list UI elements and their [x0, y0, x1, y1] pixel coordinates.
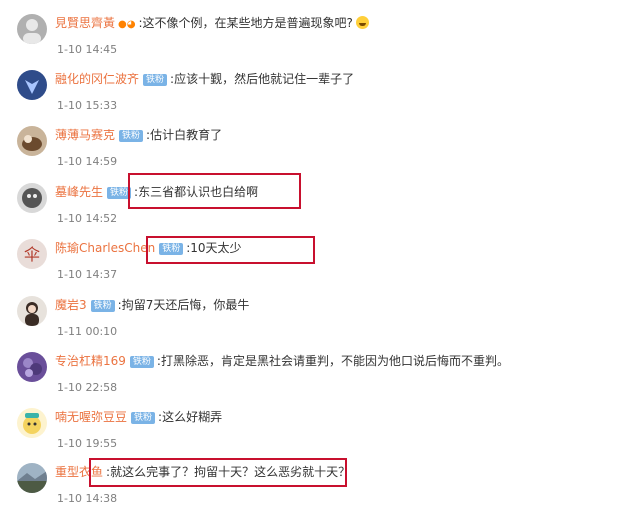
- svg-text:伞: 伞: [24, 245, 40, 264]
- comment-time: 1-10 15:33: [57, 99, 118, 112]
- comment-username[interactable]: 陈瑜CharlesChen: [55, 241, 155, 255]
- comment-username[interactable]: 专治杠精169: [55, 354, 126, 368]
- avatar-icon: [23, 358, 42, 377]
- comment-item: 見賢思齊黃 ●◕:这不像个例，在某些地方是普遍现象吧? 1-10 14:45: [0, 10, 640, 66]
- comment-time: 1-11 00:10: [57, 325, 118, 338]
- fan-badge: 铁粉: [131, 412, 156, 424]
- comment-item: 融化的冈仁波齐 铁粉:应该十觐，然后他就记住一辈子了 1-10 15:33: [0, 66, 640, 122]
- avatar-icon: [25, 80, 39, 94]
- comment-username[interactable]: 喃无喔弥豆豆: [55, 410, 127, 424]
- comment-username[interactable]: 薄薄马赛克: [55, 128, 115, 142]
- comment-item: 专治杠精169 铁粉:打黑除恶，肯定是黑社会请重判，不能因为他口说后悔而不重判。 …: [0, 348, 640, 404]
- avatar[interactable]: 伞: [17, 239, 47, 269]
- comment-time: 1-10 22:58: [57, 381, 118, 394]
- avatar-icon: [25, 302, 39, 326]
- highlight-box: [89, 458, 347, 487]
- vip-icon: ●◕: [118, 19, 136, 30]
- comment-time: 1-10 14:37: [57, 268, 118, 281]
- comment-time: 1-10 14:52: [57, 212, 118, 225]
- comment-item: 伞 陈瑜CharlesChen 铁粉:10天太少 1-10 14:37: [0, 235, 640, 291]
- comment-username[interactable]: 見賢思齊黃: [55, 16, 115, 30]
- comment-text: 应该十觐，然后他就记住一辈子了: [174, 72, 355, 86]
- comment-text: 打黑除恶，肯定是黑社会请重判，不能因为他口说后悔而不重判。: [160, 354, 509, 368]
- highlight-box: [128, 173, 301, 209]
- comment-item: 薄薄马赛克 铁粉:估计白教育了 1-10 14:59: [0, 122, 640, 178]
- avatar-icon: [22, 135, 42, 151]
- comment-item: 墓峰先生 铁粉:东三省都认识也白给啊 1-10 14:52: [0, 179, 640, 235]
- fan-badge: 铁粉: [119, 130, 144, 142]
- avatar[interactable]: [17, 352, 47, 382]
- avatar-icon: 伞: [24, 245, 40, 264]
- avatar[interactable]: [17, 463, 47, 493]
- fan-badge: 铁粉: [129, 356, 154, 368]
- highlight-box: [146, 236, 315, 264]
- avatar[interactable]: [17, 70, 47, 100]
- avatar-icon: [22, 188, 42, 208]
- avatar[interactable]: [17, 183, 47, 213]
- avatar[interactable]: [17, 408, 47, 438]
- avatar[interactable]: [17, 126, 47, 156]
- comment-username[interactable]: 墓峰先生: [55, 185, 103, 199]
- comment-time: 1-10 19:55: [57, 437, 118, 450]
- fan-badge: 铁粉: [90, 300, 115, 312]
- comment-time: 1-10 14:38: [57, 492, 118, 505]
- avatar-icon: [17, 471, 47, 493]
- comment-text: 估计白教育了: [150, 128, 223, 142]
- comment-item: 魔岩3 铁粉:拘留7天还后悔，你最牛 1-11 00:10: [0, 292, 640, 348]
- comment-username[interactable]: 融化的冈仁波齐: [55, 72, 139, 86]
- avatar-icon: [23, 19, 41, 44]
- avatar[interactable]: [17, 14, 47, 44]
- comment-item: 喃无喔弥豆豆 铁粉:这么好糊弄 1-10 19:55: [0, 404, 640, 460]
- comment-time: 1-10 14:45: [57, 43, 118, 56]
- comment-text: 这不像个例，在某些地方是普遍现象吧?: [142, 16, 353, 30]
- avatar[interactable]: [17, 296, 47, 326]
- smile-emoji-icon: [355, 16, 369, 29]
- fan-badge: 铁粉: [143, 74, 168, 86]
- comment-text: 这么好糊弄: [162, 410, 223, 424]
- comment-text: 拘留7天还后悔，你最牛: [121, 298, 250, 312]
- comment-username[interactable]: 魔岩3: [55, 298, 87, 312]
- avatar-icon: [23, 413, 41, 434]
- comment-time: 1-10 14:59: [57, 155, 118, 168]
